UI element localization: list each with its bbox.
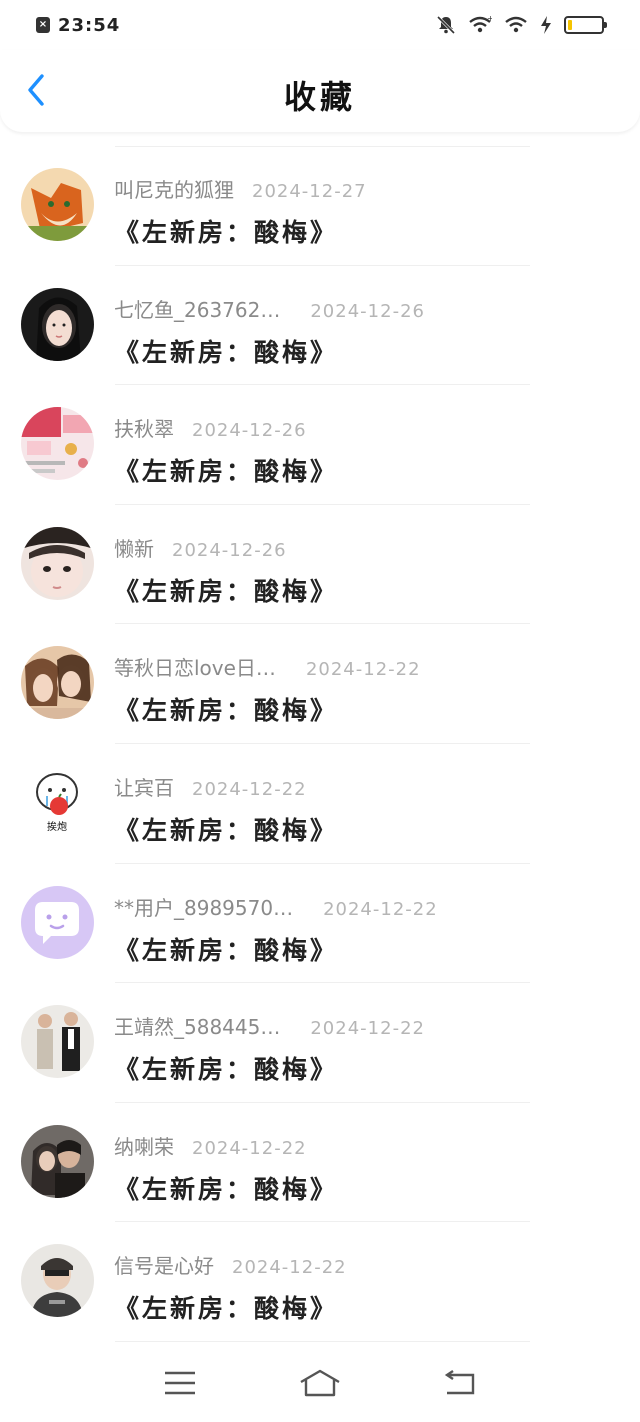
favorite-item[interactable]: 懒新 2024-12-26 《左新房：酸梅》 bbox=[0, 505, 640, 625]
system-back-button[interactable] bbox=[436, 1363, 484, 1403]
username: 懒新 bbox=[114, 536, 154, 561]
date: 2024-12-27 bbox=[252, 181, 367, 202]
book-title: 《左新房：酸梅》 bbox=[114, 1294, 339, 1324]
item-meta: 信号是心好 2024-12-22 bbox=[114, 1250, 600, 1279]
favorite-item[interactable]: 王靖然_588445… 2024-12-22 《左新房：酸梅》 bbox=[0, 983, 640, 1103]
avatar-sticker-text: 挨炮 bbox=[47, 820, 67, 833]
book-title: 《左新房：酸梅》 bbox=[114, 337, 339, 367]
book-title: 《左新房：酸梅》 bbox=[114, 1174, 339, 1204]
favorite-item[interactable]: 信号是心好 2024-12-22 《左新房：酸梅》 bbox=[0, 1222, 640, 1342]
avatar[interactable] bbox=[21, 1244, 94, 1318]
book-title: 《左新房：酸梅》 bbox=[114, 457, 339, 487]
item-meta: 扶秋翠 2024-12-26 bbox=[114, 413, 600, 442]
favorite-item[interactable]: **用户_8989570… 2024-12-22 《左新房：酸梅》 bbox=[0, 864, 640, 984]
x-square-icon: × bbox=[36, 17, 50, 33]
avatar[interactable] bbox=[21, 1005, 94, 1079]
favorites-list: 叫尼克的狐狸 2024-12-27 《左新房：酸梅》 七忆鱼_263762… 2… bbox=[0, 146, 640, 1342]
item-text: 扶秋翠 2024-12-26 《左新房：酸梅》 bbox=[114, 413, 600, 488]
date: 2024-12-26 bbox=[192, 420, 307, 442]
username: **用户_8989570… bbox=[114, 895, 294, 920]
item-meta: 等秋日恋love日… 2024-12-22 bbox=[114, 652, 600, 681]
item-text: 七忆鱼_263762… 2024-12-26 《左新房：酸梅》 bbox=[114, 294, 600, 369]
item-meta: 纳喇荣 2024-12-22 bbox=[114, 1131, 600, 1160]
avatar[interactable] bbox=[21, 407, 94, 481]
favorite-item[interactable]: 扶秋翠 2024-12-26 《左新房：酸梅》 bbox=[0, 385, 640, 505]
top-app-bar: 收藏 bbox=[0, 50, 640, 132]
avatar[interactable] bbox=[21, 168, 94, 241]
username: 等秋日恋love日… bbox=[114, 656, 276, 681]
date: 2024-12-22 bbox=[232, 1257, 347, 1279]
status-right: + bbox=[436, 15, 607, 35]
battery-level bbox=[568, 20, 572, 30]
date: 2024-12-22 bbox=[310, 1018, 425, 1040]
date: 2024-12-22 bbox=[192, 778, 307, 800]
item-text: **用户_8989570… 2024-12-22 《左新房：酸梅》 bbox=[114, 892, 600, 967]
app-screen: × 23:54 + 收藏 叫尼克的狐狸 2024-12-27 《左新房：酸梅》 … bbox=[0, 0, 640, 1422]
item-meta: 王靖然_588445… 2024-12-22 bbox=[114, 1011, 600, 1040]
date: 2024-12-22 bbox=[192, 1137, 307, 1159]
avatar[interactable] bbox=[21, 1124, 94, 1198]
avatar[interactable] bbox=[21, 287, 94, 361]
username: 纳喇荣 bbox=[114, 1134, 174, 1159]
wifi-icon bbox=[505, 16, 527, 33]
item-text: 王靖然_588445… 2024-12-22 《左新房：酸梅》 bbox=[114, 1011, 600, 1086]
username: 王靖然_588445… bbox=[114, 1015, 281, 1040]
item-text: 叫尼克的狐狸 2024-12-27 《左新房：酸梅》 bbox=[114, 174, 600, 249]
item-text: 懒新 2024-12-26 《左新房：酸梅》 bbox=[114, 533, 600, 608]
book-title: 《左新房：酸梅》 bbox=[114, 935, 339, 965]
item-meta: **用户_8989570… 2024-12-22 bbox=[114, 892, 600, 921]
date: 2024-12-26 bbox=[310, 300, 425, 322]
book-title: 《左新房：酸梅》 bbox=[114, 1055, 339, 1085]
mute-bell-icon bbox=[436, 15, 456, 35]
system-nav-bar bbox=[0, 1344, 640, 1422]
menu-icon bbox=[165, 1371, 195, 1395]
date: 2024-12-22 bbox=[305, 659, 421, 681]
avatar[interactable] bbox=[21, 526, 94, 600]
item-text: 等秋日恋love日… 2024-12-22 《左新房：酸梅》 bbox=[114, 652, 600, 727]
item-text: 信号是心好 2024-12-22 《左新房：酸梅》 bbox=[114, 1250, 600, 1325]
battery-icon bbox=[564, 16, 607, 34]
item-text: 让宾百 2024-12-22 《左新房：酸梅》 bbox=[114, 772, 600, 847]
wifi-icon: + bbox=[469, 15, 492, 33]
favorite-item[interactable]: 叫尼克的狐狸 2024-12-27 《左新房：酸梅》 bbox=[0, 146, 640, 266]
item-meta: 七忆鱼_263762… 2024-12-26 bbox=[114, 294, 600, 323]
username: 信号是心好 bbox=[114, 1254, 214, 1279]
favorite-item[interactable]: 七忆鱼_263762… 2024-12-26 《左新房：酸梅》 bbox=[0, 266, 640, 386]
date: 2024-12-22 bbox=[323, 898, 438, 920]
favorite-item[interactable]: 等秋日恋love日… 2024-12-22 《左新房：酸梅》 bbox=[0, 624, 640, 744]
item-meta: 叫尼克的狐狸 2024-12-27 bbox=[114, 174, 600, 203]
charging-bolt-icon bbox=[541, 16, 551, 34]
home-icon bbox=[300, 1369, 340, 1397]
username: 七忆鱼_263762… bbox=[114, 297, 281, 322]
book-title: 《左新房：酸梅》 bbox=[114, 576, 339, 606]
book-title: 《左新房：酸梅》 bbox=[114, 815, 339, 845]
username: 让宾百 bbox=[114, 775, 174, 800]
date: 2024-12-26 bbox=[172, 539, 287, 561]
status-left: × 23:54 bbox=[36, 15, 120, 36]
item-meta: 让宾百 2024-12-22 bbox=[114, 772, 600, 801]
back-icon bbox=[444, 1370, 475, 1395]
status-bar: × 23:54 + bbox=[0, 0, 640, 50]
page-title: 收藏 bbox=[283, 78, 356, 116]
home-button[interactable] bbox=[296, 1363, 344, 1403]
menu-button[interactable] bbox=[156, 1363, 204, 1403]
favorite-item[interactable]: 挨炮 让宾百 2024-12-22 《左新房：酸梅》 bbox=[0, 744, 640, 864]
username: 扶秋翠 bbox=[114, 417, 174, 442]
book-title: 《左新房：酸梅》 bbox=[114, 218, 339, 247]
item-text: 纳喇荣 2024-12-22 《左新房：酸梅》 bbox=[114, 1131, 600, 1206]
item-meta: 懒新 2024-12-26 bbox=[114, 533, 600, 562]
avatar[interactable]: 挨炮 bbox=[21, 765, 94, 839]
svg-text:+: + bbox=[487, 15, 492, 23]
book-title: 《左新房：酸梅》 bbox=[114, 696, 339, 726]
avatar[interactable] bbox=[21, 885, 94, 959]
favorite-item[interactable]: 纳喇荣 2024-12-22 《左新房：酸梅》 bbox=[0, 1103, 640, 1223]
status-time: 23:54 bbox=[58, 14, 121, 36]
avatar[interactable] bbox=[21, 646, 94, 720]
username: 叫尼克的狐狸 bbox=[114, 178, 234, 202]
